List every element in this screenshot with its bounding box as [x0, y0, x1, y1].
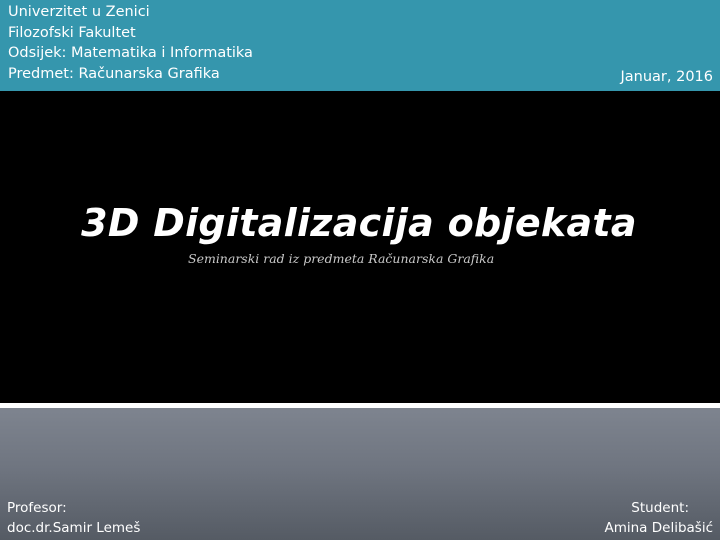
student-label: Student:: [631, 500, 689, 516]
department-name: Odsijek: Matematika i Informatika: [8, 45, 253, 61]
footer-band: Profesor: doc.dr.Samir Lemeš Student: Am…: [0, 408, 720, 540]
slide-subtitle: Seminarski rad iz predmeta Računarska Gr…: [188, 251, 495, 266]
header-band: Univerzitet u Zenici Filozofski Fakultet…: [0, 0, 720, 91]
professor-label: Profesor:: [7, 500, 67, 516]
professor-name: doc.dr.Samir Lemeš: [7, 519, 141, 536]
title-area: 3D Digitalizacija objekata Seminarski ra…: [0, 91, 720, 403]
course-name: Predmet: Računarska Grafika: [8, 65, 220, 82]
university-name: Univerzitet u Zenici: [8, 4, 150, 20]
faculty-name: Filozofski Fakultet: [8, 24, 136, 41]
professor-info: Profesor: doc.dr.Samir Lemeš: [7, 499, 140, 538]
date-label: Januar, 2016: [620, 69, 713, 85]
student-name: Amina Delibašić: [604, 519, 713, 536]
institution-info: Univerzitet u Zenici Filozofski Fakultet…: [8, 2, 253, 84]
slide-title: 3D Digitalizacija objekata: [81, 201, 637, 245]
student-info: Student: Amina Delibašić: [604, 499, 713, 538]
